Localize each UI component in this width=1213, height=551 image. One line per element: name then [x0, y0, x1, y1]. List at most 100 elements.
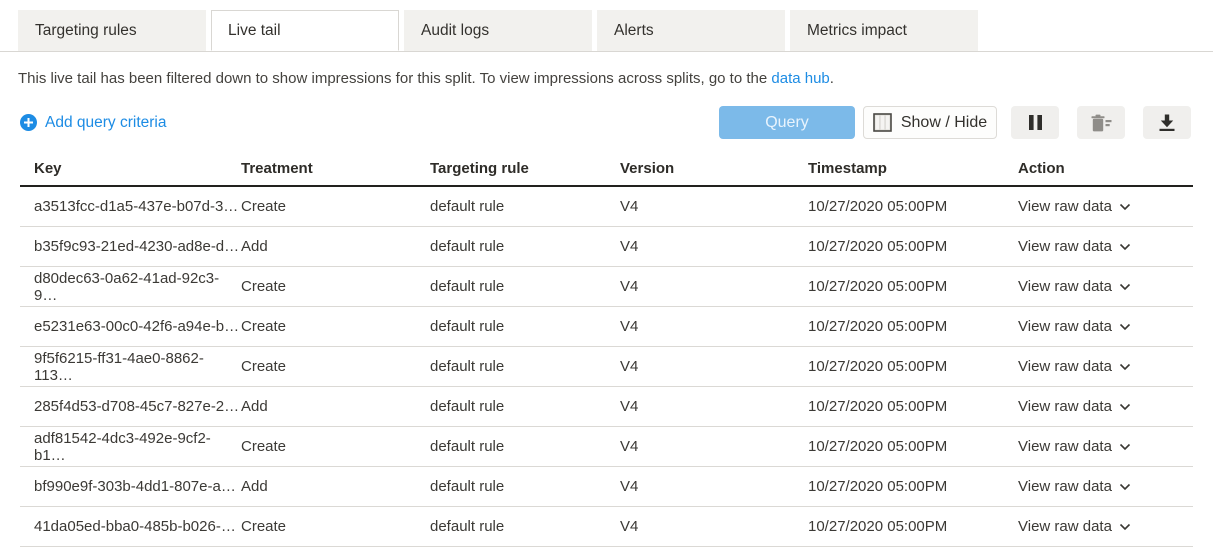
- column-header-version: Version: [620, 160, 808, 177]
- treatment-cell: Create: [241, 198, 430, 215]
- show-hide-label: Show / Hide: [901, 114, 987, 132]
- download-button[interactable]: [1143, 106, 1191, 139]
- table-row: bf990e9f-303b-4dd1-807e-a… Add default r…: [20, 467, 1193, 507]
- clear-logs-button[interactable]: [1077, 106, 1125, 139]
- view-raw-data-label: View raw data: [1018, 238, 1112, 255]
- table-row: b35f9c93-21ed-4230-ad8e-d… Add default r…: [20, 227, 1193, 267]
- chevron-down-icon: [1119, 363, 1131, 371]
- view-raw-data-dropdown[interactable]: View raw data: [1018, 478, 1193, 495]
- pause-icon: [1027, 114, 1044, 131]
- view-raw-data-dropdown[interactable]: View raw data: [1018, 318, 1193, 335]
- tab[interactable]: Live tail: [211, 10, 399, 51]
- key-cell: 285f4d53-d708-45c7-827e-2…: [20, 398, 241, 415]
- table-row: d80dec63-0a62-41ad-92c3-9… Create defaul…: [20, 267, 1193, 307]
- treatment-cell: Add: [241, 398, 430, 415]
- columns-icon: [873, 113, 892, 132]
- timestamp-cell: 10/27/2020 05:00PM: [808, 318, 1018, 335]
- timestamp-cell: 10/27/2020 05:00PM: [808, 478, 1018, 495]
- targeting-rule-cell: default rule: [430, 198, 620, 215]
- targeting-rule-cell: default rule: [430, 438, 620, 455]
- notice-suffix: .: [830, 70, 834, 87]
- tab[interactable]: Audit logs: [404, 10, 592, 51]
- version-cell: V4: [620, 478, 808, 495]
- key-cell: d80dec63-0a62-41ad-92c3-9…: [20, 270, 241, 304]
- treatment-cell: Create: [241, 438, 430, 455]
- chevron-down-icon: [1119, 243, 1131, 251]
- view-raw-data-dropdown[interactable]: View raw data: [1018, 358, 1193, 375]
- tab-label: Alerts: [614, 22, 654, 40]
- table-row: adf81542-4dc3-492e-9cf2-b1… Create defau…: [20, 427, 1193, 467]
- targeting-rule-cell: default rule: [430, 318, 620, 335]
- column-header-treatment: Treatment: [241, 160, 430, 177]
- view-raw-data-label: View raw data: [1018, 478, 1112, 495]
- chevron-down-icon: [1119, 483, 1131, 491]
- targeting-rule-cell: default rule: [430, 398, 620, 415]
- key-cell: bf990e9f-303b-4dd1-807e-a…: [20, 478, 241, 495]
- table-row: 9f5f6215-ff31-4ae0-8862-113… Create defa…: [20, 347, 1193, 387]
- trash-clear-icon: [1090, 114, 1112, 132]
- live-tail-notice: This live tail has been filtered down to…: [18, 69, 1195, 89]
- download-icon: [1158, 114, 1176, 132]
- view-raw-data-label: View raw data: [1018, 398, 1112, 415]
- pause-button[interactable]: [1011, 106, 1059, 139]
- tab-bar: Targeting rules Live tail Audit logs Ale…: [0, 0, 1213, 52]
- key-cell: adf81542-4dc3-492e-9cf2-b1…: [20, 430, 241, 464]
- key-cell: 9f5f6215-ff31-4ae0-8862-113…: [20, 350, 241, 384]
- timestamp-cell: 10/27/2020 05:00PM: [808, 398, 1018, 415]
- key-cell: a3513fcc-d1a5-437e-b07d-3…: [20, 198, 241, 215]
- tab[interactable]: Targeting rules: [18, 10, 206, 51]
- version-cell: V4: [620, 238, 808, 255]
- column-header-targeting-rule: Targeting rule: [430, 160, 620, 177]
- query-button[interactable]: Query: [719, 106, 855, 139]
- version-cell: V4: [620, 518, 808, 535]
- treatment-cell: Create: [241, 358, 430, 375]
- view-raw-data-label: View raw data: [1018, 198, 1112, 215]
- column-header-key: Key: [20, 160, 241, 177]
- view-raw-data-label: View raw data: [1018, 518, 1112, 535]
- add-query-label: Add query criteria: [45, 114, 166, 132]
- notice-text: This live tail has been filtered down to…: [18, 70, 771, 87]
- tab-label: Live tail: [228, 22, 281, 40]
- tab-label: Metrics impact: [807, 22, 907, 40]
- targeting-rule-cell: default rule: [430, 518, 620, 535]
- timestamp-cell: 10/27/2020 05:00PM: [808, 278, 1018, 295]
- toolbar-actions: Query Show / Hide: [719, 106, 1191, 139]
- table-row: 41da05ed-bba0-485b-b026-… Create default…: [20, 507, 1193, 547]
- version-cell: V4: [620, 198, 808, 215]
- view-raw-data-label: View raw data: [1018, 358, 1112, 375]
- version-cell: V4: [620, 278, 808, 295]
- treatment-cell: Create: [241, 518, 430, 535]
- targeting-rule-cell: default rule: [430, 358, 620, 375]
- show-hide-columns-button[interactable]: Show / Hide: [863, 106, 997, 139]
- plus-circle-icon: [20, 114, 37, 131]
- view-raw-data-dropdown[interactable]: View raw data: [1018, 198, 1193, 215]
- column-header-timestamp: Timestamp: [808, 160, 1018, 177]
- data-hub-link[interactable]: data hub: [771, 70, 829, 87]
- tab[interactable]: Metrics impact: [790, 10, 978, 51]
- version-cell: V4: [620, 438, 808, 455]
- view-raw-data-dropdown[interactable]: View raw data: [1018, 398, 1193, 415]
- targeting-rule-cell: default rule: [430, 278, 620, 295]
- treatment-cell: Create: [241, 278, 430, 295]
- table-body: a3513fcc-d1a5-437e-b07d-3… Create defaul…: [20, 187, 1193, 547]
- targeting-rule-cell: default rule: [430, 238, 620, 255]
- table-row: 285f4d53-d708-45c7-827e-2… Add default r…: [20, 387, 1193, 427]
- version-cell: V4: [620, 318, 808, 335]
- view-raw-data-dropdown[interactable]: View raw data: [1018, 518, 1193, 535]
- timestamp-cell: 10/27/2020 05:00PM: [808, 358, 1018, 375]
- add-query-criteria-button[interactable]: Add query criteria: [20, 114, 166, 132]
- view-raw-data-dropdown[interactable]: View raw data: [1018, 278, 1193, 295]
- view-raw-data-dropdown[interactable]: View raw data: [1018, 438, 1193, 455]
- column-header-action: Action: [1018, 160, 1193, 177]
- table-row: a3513fcc-d1a5-437e-b07d-3… Create defaul…: [20, 187, 1193, 227]
- tab[interactable]: Alerts: [597, 10, 785, 51]
- tab-label: Targeting rules: [35, 22, 137, 40]
- view-raw-data-label: View raw data: [1018, 438, 1112, 455]
- chevron-down-icon: [1119, 443, 1131, 451]
- table-row: e5231e63-00c0-42f6-a94e-b… Create defaul…: [20, 307, 1193, 347]
- view-raw-data-dropdown[interactable]: View raw data: [1018, 238, 1193, 255]
- impressions-table: Key Treatment Targeting rule Version Tim…: [20, 151, 1193, 547]
- view-raw-data-label: View raw data: [1018, 278, 1112, 295]
- targeting-rule-cell: default rule: [430, 478, 620, 495]
- chevron-down-icon: [1119, 323, 1131, 331]
